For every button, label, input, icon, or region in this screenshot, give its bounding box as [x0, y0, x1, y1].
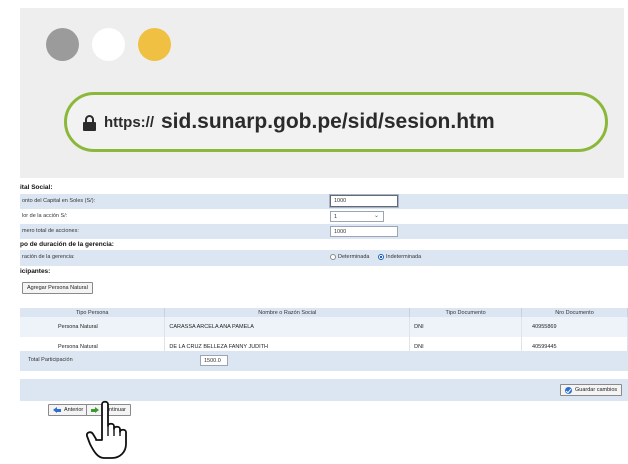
cell-tipo-persona: Persona Natural	[20, 317, 166, 337]
row-duracion: ración de la gerencia: Determinada Indet…	[20, 250, 628, 266]
table-row[interactable]: Persona Natural CARASSA ARCELA ANA PAMEL…	[20, 317, 628, 337]
chevron-down-icon: ⌄	[373, 213, 379, 219]
col-header-tipo-documento: Tipo Documento	[409, 308, 523, 317]
valor-label: lor de la acción S/:	[22, 213, 68, 219]
row-monto: onto del Capital en Soles (S/): 1000	[20, 194, 628, 209]
radio-determinada-circle[interactable]	[330, 254, 336, 260]
address-bar[interactable]: https:// sid.sunarp.gob.pe/sid/sesion.ht…	[64, 92, 608, 152]
section-plazo-heading: po de duración de la gerencia:	[20, 241, 114, 248]
cell-nro-documento: 40955869	[521, 317, 628, 337]
row-valor: lor de la acción S/: 1 ⌄	[20, 209, 628, 224]
hand-pointer-icon	[86, 400, 127, 459]
row-guardar: Guardar cambios	[20, 379, 628, 401]
valor-select-value: 1	[334, 214, 338, 220]
col-header-nombre: Nombre o Razón Social	[164, 308, 411, 317]
anterior-button[interactable]: Anterior	[48, 404, 89, 416]
radio-indeterminada-label: Indeterminada	[386, 254, 422, 260]
save-check-icon	[565, 386, 572, 394]
url-host: sid.sunarp.gob.pe/sid/sesion.htm	[161, 110, 495, 133]
window-dot-yellow	[138, 28, 171, 61]
agregar-persona-natural-button[interactable]: Agregar Persona Natural	[22, 282, 93, 294]
radio-determinada-label: Determinada	[338, 254, 370, 260]
participants-table: Tipo Persona Nombre o Razón Social Tipo …	[20, 308, 628, 357]
radio-indeterminada-circle[interactable]	[378, 254, 384, 260]
radio-determinada[interactable]: Determinada	[330, 254, 370, 260]
browser-window-frame: https:// sid.sunarp.gob.pe/sid/sesion.ht…	[20, 8, 624, 178]
arrow-left-icon	[53, 406, 61, 414]
duracion-label: ración de la gerencia:	[22, 254, 75, 260]
radio-indeterminada[interactable]: Indeterminada	[378, 254, 421, 260]
total-participacion-label: Total Participación	[28, 357, 73, 363]
numero-label: mero total de acciones:	[22, 228, 79, 234]
table-header-row: Tipo Persona Nombre o Razón Social Tipo …	[20, 308, 628, 317]
cell-tipo-documento: DNI	[409, 317, 523, 337]
form-area: ital Social: onto del Capital en Soles (…	[20, 180, 628, 424]
window-dot-white	[92, 28, 125, 61]
col-header-nro-documento: Nro Documento	[521, 308, 628, 317]
row-numero: mero total de acciones: 1000	[20, 224, 628, 239]
url-protocol: https://	[104, 113, 154, 131]
anterior-label: Anterior	[64, 406, 84, 413]
section-participantes-heading: icipantes:	[20, 268, 51, 275]
lock-icon	[83, 115, 96, 131]
col-header-tipo-persona: Tipo Persona	[20, 308, 166, 317]
monto-input[interactable]: 1000	[330, 195, 398, 207]
guardar-cambios-button[interactable]: Guardar cambios	[560, 384, 623, 396]
window-dot-gray	[46, 28, 79, 61]
guardar-cambios-label: Guardar cambios	[575, 386, 618, 393]
row-total-participacion: Total Participación 1500.0	[20, 351, 628, 371]
valor-select[interactable]: 1 ⌄	[330, 211, 384, 222]
section-capital-heading: ital Social:	[20, 184, 53, 191]
cell-nombre: CARASSA ARCELA ANA PAMELA	[164, 317, 411, 337]
monto-label: onto del Capital en Soles (S/):	[22, 198, 96, 204]
numero-input[interactable]: 1000	[330, 226, 398, 237]
total-participacion-value: 1500.0	[200, 355, 228, 366]
